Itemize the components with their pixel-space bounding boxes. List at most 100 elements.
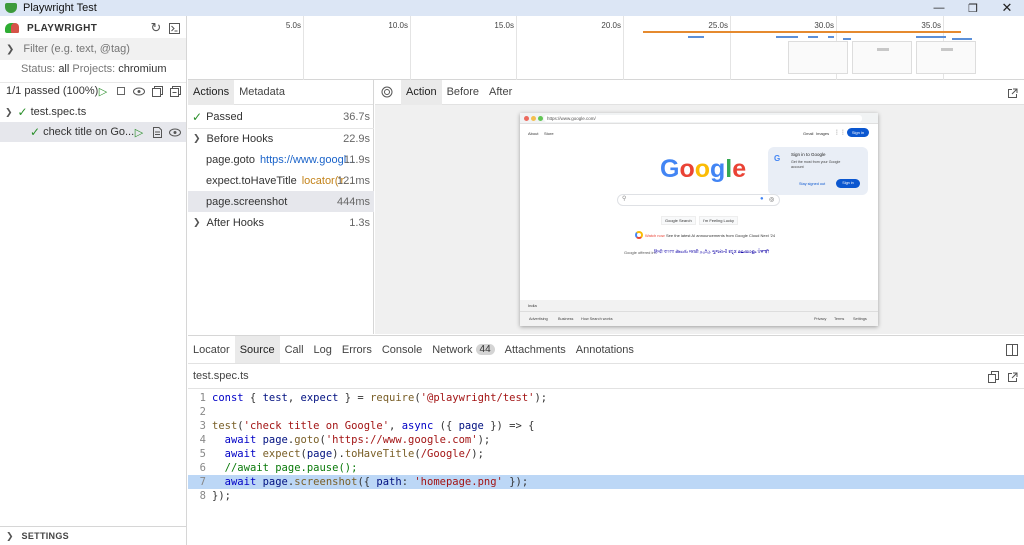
offered-in-label: Google offered in: [624,250,656,255]
minimize-button[interactable]: — [922,0,956,16]
projects-label: Projects: [72,63,116,75]
eye-icon [169,128,181,136]
tab-after[interactable]: After [484,80,517,105]
stop-button[interactable] [114,84,128,98]
timeline-thumbnail[interactable] [852,41,912,74]
thumb-logo [877,48,889,51]
tab-call[interactable]: Call [280,336,309,363]
tab-actions[interactable]: Actions [188,79,235,105]
tab-errors[interactable]: Errors [337,336,377,363]
code-line: 8}); [188,489,1024,503]
terminal-button[interactable] [167,21,181,35]
filter-input[interactable] [23,43,174,55]
tree-item-file[interactable]: ❯ ✓ test.spec.ts [0,102,186,122]
reveal-in-source-button[interactable] [150,125,164,139]
close-button[interactable]: ✕ [990,0,1024,16]
dot-red [524,116,529,121]
watch-test-button[interactable] [168,125,182,139]
tab-metadata[interactable]: Metadata [234,80,290,105]
status-value[interactable]: all [58,63,69,75]
page-snapshot[interactable]: https://www.google.com/ About Store Gmai… [520,113,878,326]
minimize-icon: — [933,2,945,14]
timeline-action-bar[interactable] [843,38,851,40]
sidebar-title: PLAYWRIGHT [27,22,98,34]
tab-locator[interactable]: Locator [188,336,235,363]
google-logo: Google [660,155,746,185]
timeline-gridline [623,16,624,80]
expand-all-button[interactable] [150,84,164,98]
collapse-all-button[interactable] [168,84,182,98]
status-filter-row[interactable]: Status: all Projects: chromium [0,62,186,76]
run-test-button[interactable]: ▷ [132,125,146,139]
timeline-thumbnail[interactable] [916,41,976,74]
close-icon: ✕ [1001,0,1013,15]
action-row-passed[interactable]: ✓ Passed 36.7s [188,106,374,127]
play-icon: ▷ [134,126,144,139]
timeline-action-bar[interactable] [808,36,818,38]
settings-row[interactable]: ❯ SETTINGS [0,526,186,545]
timeline-action-bar[interactable] [828,36,834,38]
expand-all-icon [151,85,163,97]
timeline-gridline [410,16,411,80]
line-number: 2 [199,406,206,418]
tab-before[interactable]: Before [442,80,484,105]
action-duration: 22.9s [343,132,370,145]
timeline-tick-label: 25.0s [708,21,728,30]
timeline-tick-label: 10.0s [388,21,408,30]
stay-signed-out-link: Stay signed out [799,182,826,186]
mic-icon: ● [760,196,764,202]
tab-log[interactable]: Log [309,336,337,363]
footer-link: Privacy [814,317,827,321]
target-icon [381,86,393,98]
source-file-name: test.spec.ts [193,370,249,382]
tree-item-label: check title on Go... [43,126,135,138]
restore-icon: ❐ [968,2,978,15]
search-icon: ⚲ [622,196,627,202]
timeline-action-bar[interactable] [688,36,704,38]
browser-chrome: https://www.google.com/ [520,113,878,124]
playwright-logo-icon [5,23,19,33]
toggle-layout-button[interactable] [1005,343,1019,357]
action-row-screenshot[interactable]: page.screenshot 444ms [188,191,374,212]
projects-value[interactable]: chromium [118,63,166,75]
tab-network-label: Network [432,343,473,356]
timeline-action-bar[interactable] [776,36,798,38]
action-row-before-hooks[interactable]: ❯ Before Hooks 22.9s [188,128,374,149]
open-snapshot-button[interactable] [1005,86,1019,100]
source-code[interactable]: 1 const { test, expect } = require('@play… [188,391,1024,511]
reload-button[interactable]: ↻ [149,20,163,35]
action-row-page-goto[interactable]: page.goto https://www.googl... 11.9s [188,149,374,170]
chevron-right-icon: ❯ [6,530,14,541]
timeline-action-bar[interactable] [916,36,946,38]
action-row-after-hooks[interactable]: ❯ After Hooks 1.3s [188,212,374,233]
timeline-action-bar[interactable] [643,31,961,33]
google-search-button: Google Search [661,216,696,225]
action-row-to-have-title[interactable]: expect.toHaveTitle locator('r... 121ms [188,170,374,191]
link-store: Store [544,131,554,136]
tab-source[interactable]: Source [234,336,280,363]
tree-item-test[interactable]: ✓ check title on Go... ▷ [0,122,186,142]
timeline-thumbnail[interactable] [788,41,848,74]
address-bar: https://www.google.com/ [544,115,862,122]
tab-attachments[interactable]: Attachments [500,336,571,363]
timeline-action-bar[interactable] [952,38,972,40]
copy-button[interactable] [986,370,1000,384]
maximize-button[interactable]: ❐ [956,0,990,16]
timeline[interactable]: 5.0s 10.0s 15.0s 20.0s 25.0s 30.0s 35.0s [188,16,1024,80]
status-label: Status: [21,63,56,75]
bottom-tabbar: Locator Source Call Log Errors Console N… [188,336,1024,363]
chevron-right-icon: ❯ [193,217,201,227]
pick-locator-button[interactable] [375,80,399,105]
tab-action[interactable]: Action [401,79,442,105]
tab-console[interactable]: Console [377,336,427,363]
watch-all-button[interactable] [132,84,146,98]
window-title: Playwright Test [23,2,97,14]
filter-expand-chevron-icon[interactable]: ❯ [6,44,14,55]
tab-annotations[interactable]: Annotations [571,336,639,363]
country-label: India [528,303,537,308]
open-in-editor-button[interactable] [1005,370,1019,384]
run-all-button[interactable]: ▷ [96,84,110,98]
tab-network[interactable]: Network 44 [427,336,499,363]
sidebar-header: PLAYWRIGHT ↻ [0,20,186,36]
tree-item-label: test.spec.ts [30,106,87,118]
